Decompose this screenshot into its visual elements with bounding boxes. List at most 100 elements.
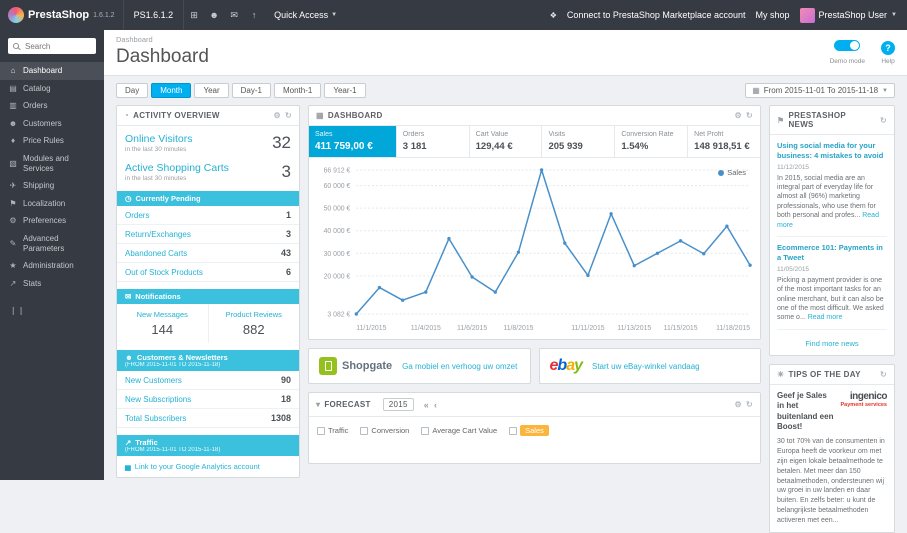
sidebar-item-shipping[interactable]: ✈ Shipping <box>0 177 104 195</box>
customers-topbar-icon[interactable]: ☻ <box>204 10 224 20</box>
sidebar-item-customers[interactable]: ☻ Customers <box>0 115 104 133</box>
pending-row-abandoned-carts[interactable]: Abandoned Carts 43 <box>117 244 299 263</box>
forecast-year-select[interactable]: 2015 <box>382 398 414 411</box>
forecast-legend-traffic[interactable]: Traffic <box>317 426 348 435</box>
sidebar-item-catalog[interactable]: ▤ Catalog <box>0 80 104 98</box>
tab-month-1[interactable]: Month-1 <box>273 83 322 98</box>
my-shop-link[interactable]: My shop <box>755 10 789 20</box>
google-analytics-link[interactable]: ▅ Link to your Google Analytics account <box>117 456 299 477</box>
active-carts-sub: in the last 30 minutes <box>125 175 187 182</box>
gear-icon[interactable]: ⚙ <box>274 111 281 120</box>
new-messages-cell[interactable]: New Messages 144 <box>117 304 209 343</box>
traffic-header: ↗ Traffic (FROM 2015-11-01 TO 2015-11-18) <box>117 435 299 456</box>
cell-label: New Messages <box>136 310 188 319</box>
find-more-news-link[interactable]: Find more news <box>777 336 887 349</box>
quick-access-menu[interactable]: Quick Access ▼ <box>264 10 347 20</box>
ebay-link[interactable]: Start uw eBay-winkel vandaag <box>592 362 700 371</box>
forecast-legend-conversion[interactable]: Conversion <box>360 426 409 435</box>
tab-month[interactable]: Month <box>151 83 192 98</box>
gear-icon[interactable]: ⚙ <box>735 111 742 120</box>
svg-text:11/8/2015: 11/8/2015 <box>503 325 533 332</box>
news-article-title[interactable]: Using social media for your business: 4 … <box>777 141 887 161</box>
kpi-sales[interactable]: Sales 411 759,00 € <box>309 126 397 157</box>
refresh-icon[interactable]: ↻ <box>880 370 887 379</box>
kpi-net-profit[interactable]: Net Profit 148 918,51 € <box>688 126 760 157</box>
messages-icon[interactable]: ✉ <box>224 10 244 21</box>
search-input[interactable] <box>23 40 91 52</box>
refresh-icon[interactable]: ↻ <box>746 400 753 409</box>
cart-icon[interactable]: ⊞ <box>184 10 204 21</box>
sidebar-item-localization[interactable]: ⚑ Localization <box>0 195 104 213</box>
kpi-row: Sales 411 759,00 € Orders 3 181 Cart Val… <box>309 126 760 158</box>
product-reviews-cell[interactable]: Product Reviews 882 <box>209 304 300 343</box>
kpi-orders[interactable]: Orders 3 181 <box>397 126 470 157</box>
online-visitors-value: 32 <box>272 133 291 152</box>
forecast-legend-sales[interactable]: Sales <box>509 425 549 436</box>
kpi-value: 411 759,00 € <box>315 141 373 152</box>
sidebar-item-preferences[interactable]: ⚙ Preferences <box>0 212 104 230</box>
user-menu[interactable]: PrestaShop User ▼ <box>799 7 897 23</box>
svg-text:20 000 €: 20 000 € <box>324 273 351 280</box>
prestashop-logo[interactable]: PrestaShop 1.6.1.2 <box>0 7 123 23</box>
ebay-ad[interactable]: ebay Start uw eBay-winkel vandaag <box>538 348 761 384</box>
prev-icon[interactable]: ‹ <box>434 400 437 410</box>
upgrade-icon[interactable]: ↑ <box>244 10 264 20</box>
sidebar-item-price-rules[interactable]: ♦ Price Rules <box>0 132 104 150</box>
sidebar-item-dashboard[interactable]: ⌂ Dashboard <box>0 62 104 80</box>
help-control: ? Help <box>881 38 895 65</box>
traffic-title: Traffic <box>135 438 158 447</box>
sidebar-item-label: Dashboard <box>23 66 63 75</box>
marketplace-link[interactable]: Connect to PrestaShop Marketplace accoun… <box>567 10 746 20</box>
breadcrumb[interactable]: Dashboard <box>116 35 209 44</box>
kpi-visits[interactable]: Visits 205 939 <box>542 126 616 157</box>
tab-day-1[interactable]: Day-1 <box>231 83 271 98</box>
shopgate-link[interactable]: Ga mobiel en verhoog uw omzet <box>402 362 517 371</box>
refresh-icon[interactable]: ↻ <box>880 116 887 125</box>
online-visitors-link[interactable]: Online Visitors <box>125 133 193 145</box>
news-article-body: Picking a payment provider is one of the… <box>777 276 887 323</box>
pending-row-orders[interactable]: Orders 1 <box>117 206 299 225</box>
shopgate-ad[interactable]: Shopgate Ga mobiel en verhoog uw omzet <box>308 348 531 384</box>
tips-body-text: 30 tot 70% van de consumenten in Europa … <box>777 438 885 524</box>
forecast-legend-average-cart-value[interactable]: Average Cart Value <box>421 426 497 435</box>
help-icon[interactable]: ? <box>881 41 895 55</box>
price-rules-icon: ♦ <box>10 136 16 146</box>
sidebar-item-administration[interactable]: ★ Administration <box>0 257 104 275</box>
sidebar-item-stats[interactable]: ↗ Stats <box>0 275 104 293</box>
news-article-title[interactable]: Ecommerce 101: Payments in a Tweet <box>777 243 887 263</box>
kpi-label: Conversion Rate <box>621 131 674 138</box>
demo-mode-toggle[interactable] <box>834 40 861 51</box>
customers-icon: ☻ <box>8 118 18 128</box>
customers-row-new-subscriptions[interactable]: New Subscriptions 18 <box>117 390 299 409</box>
svg-text:60 000 €: 60 000 € <box>324 183 351 190</box>
activity-panel-icon: ◔ <box>124 111 130 120</box>
customers-row-new-customers[interactable]: New Customers 90 <box>117 371 299 390</box>
sidebar-item-orders[interactable]: ▥ Orders <box>0 97 104 115</box>
pending-row-returns[interactable]: Return/Exchanges 3 <box>117 225 299 244</box>
notifications-grid: New Messages 144 Product Reviews 882 <box>117 304 299 343</box>
shop-name[interactable]: PS1.6.1.2 <box>122 0 185 30</box>
svg-text:11/6/2015: 11/6/2015 <box>457 325 487 332</box>
period-toolbar: Day Month Year Day-1 Month-1 Year-1 ▦ Fr… <box>104 76 907 105</box>
customers-row-total-subscribers[interactable]: Total Subscribers 1308 <box>117 409 299 428</box>
sidebar-item-advanced-parameters[interactable]: ✎ Advanced Parameters <box>0 230 104 257</box>
kpi-conversion-rate[interactable]: Conversion Rate 1.54% <box>615 126 689 157</box>
active-carts-link[interactable]: Active Shopping Carts <box>125 162 229 174</box>
read-more-link[interactable]: Read more <box>808 314 843 321</box>
date-range-picker[interactable]: ▦ From 2015-11-01 To 2015-11-18 ▼ <box>745 83 895 98</box>
prev-fast-icon[interactable]: « <box>424 400 429 410</box>
gear-icon[interactable]: ⚙ <box>735 400 742 409</box>
sidebar-collapse-button[interactable]: ❙❙ <box>10 306 94 315</box>
sidebar-item-modules-and-services[interactable]: ▧ Modules and Services <box>0 150 104 177</box>
tab-year[interactable]: Year <box>194 83 229 98</box>
tab-year-1[interactable]: Year-1 <box>324 83 366 98</box>
pending-row-out-of-stock[interactable]: Out of Stock Products 6 <box>117 263 299 282</box>
tab-day[interactable]: Day <box>116 83 149 98</box>
brand-name: PrestaShop <box>28 9 90 21</box>
refresh-icon[interactable]: ↻ <box>746 111 753 120</box>
row-value: 3 <box>285 229 291 239</box>
refresh-icon[interactable]: ↻ <box>285 111 292 120</box>
orders-icon: ▥ <box>9 101 17 111</box>
kpi-value: 129,44 € <box>475 141 513 152</box>
kpi-cart-value[interactable]: Cart Value 129,44 € <box>470 126 543 157</box>
